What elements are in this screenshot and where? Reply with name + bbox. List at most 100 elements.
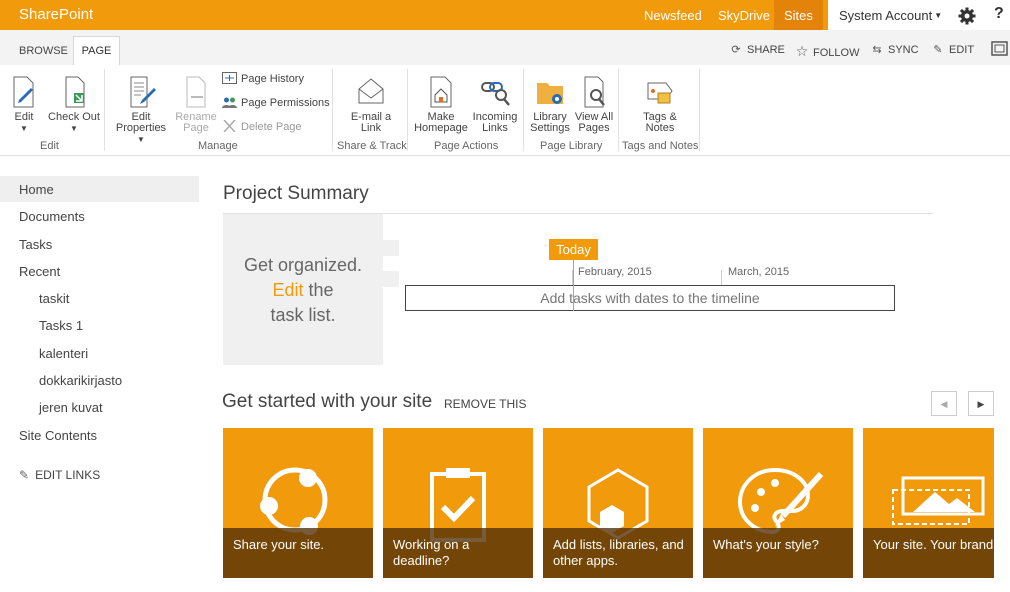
tile-add-apps[interactable]: Add lists, libraries, and other apps. — [543, 428, 693, 578]
rename-page-button[interactable]: Rename Page — [175, 75, 217, 134]
edit-properties-button[interactable]: Edit Properties ▼ — [112, 75, 170, 145]
group-divider — [523, 69, 524, 151]
previous-tile-button[interactable]: ◀ — [931, 391, 957, 416]
edit-links-label: EDIT LINKS — [35, 468, 101, 482]
get-organized-the: the — [303, 280, 334, 300]
tile-deadline[interactable]: Working on a deadline? — [383, 428, 533, 578]
page-history-button[interactable]: Page History — [222, 72, 304, 85]
pencil-icon: ✎ — [19, 468, 30, 482]
page-permissions-button[interactable]: Page Permissions — [222, 96, 330, 109]
group-divider — [699, 69, 700, 151]
edit-action[interactable]: ✎ EDIT — [930, 43, 974, 56]
nav-subitem-tasks-1[interactable]: Tasks 1 — [0, 312, 199, 338]
incoming-links-button[interactable]: Incoming Links — [471, 75, 519, 134]
tile-caption-line2: Your site. Your brand. — [873, 537, 994, 552]
get-organized-line3: task list. — [270, 305, 336, 325]
email-link-button[interactable]: E-mail a Link — [350, 75, 392, 134]
focus-on-content-icon[interactable] — [991, 41, 1008, 59]
group-label-page-actions: Page Actions — [434, 140, 499, 152]
get-started-title: Get started with your site — [222, 391, 433, 412]
rename-page-line2: Page — [183, 122, 209, 134]
make-homepage-line2: Homepage — [414, 122, 468, 134]
tile-caption-line1: Add lists, libraries, and — [553, 537, 684, 552]
follow-action[interactable]: ☆ FOLLOW — [794, 43, 860, 60]
nav-subitem-jeren-kuvat[interactable]: jeren kuvat — [0, 394, 199, 420]
suite-link-sites[interactable]: Sites — [774, 0, 823, 30]
tile-share-site[interactable]: Share your site. — [223, 428, 373, 578]
suite-link-skydrive[interactable]: SkyDrive — [718, 8, 770, 23]
today-marker: Today — [549, 239, 598, 260]
library-settings-icon — [537, 83, 563, 104]
share-action[interactable]: ⟳ SHARE — [728, 43, 785, 56]
sync-icon: ⇆ — [872, 44, 882, 56]
tile-caption-line2: What's your style? — [713, 537, 819, 552]
panel-tab — [383, 271, 399, 287]
view-all-pages-icon — [584, 76, 605, 108]
tab-page[interactable]: PAGE — [73, 36, 120, 65]
next-tile-button[interactable]: ▶ — [968, 391, 994, 416]
tile-caption: Your site. Your brand. — [863, 528, 994, 578]
tile-caption-line2: other apps. — [553, 553, 619, 568]
tags-notes-button[interactable]: Tags & Notes — [638, 75, 682, 134]
delete-icon — [223, 120, 236, 132]
tile-caption: Share your site. — [223, 528, 373, 578]
edit-task-list-link[interactable]: Edit — [272, 280, 303, 300]
ribbon: Edit ▼ Check Out ▼ Edit Edit Properties … — [0, 65, 1010, 156]
get-organized-panel: Get organized. Edit the task list. — [223, 214, 383, 365]
timeline-tick — [721, 270, 722, 286]
group-label-share-track: Share & Track — [337, 140, 407, 152]
brand-label[interactable]: SharePoint — [19, 6, 93, 23]
tile-caption: Add lists, libraries, and other apps. — [543, 528, 693, 578]
nav-item-documents[interactable]: Documents — [0, 203, 199, 229]
nav-subitem-dokkarikirjasto[interactable]: dokkarikirjasto — [0, 367, 199, 393]
group-divider — [332, 69, 333, 151]
delete-page-label: Delete Page — [241, 121, 302, 133]
chevron-down-icon: ▼ — [934, 11, 943, 20]
ribbon-tab-row: BROWSE PAGE ⟳ SHARE ☆ FOLLOW ⇆ SYNC ✎ EDIT — [0, 30, 1010, 65]
edit-links-button[interactable]: ✎ EDIT LINKS — [19, 468, 100, 482]
nav-item-recent[interactable]: Recent — [0, 258, 199, 284]
group-divider — [407, 69, 408, 151]
email-icon — [358, 78, 384, 104]
account-name: System Account — [839, 8, 933, 23]
sync-label: SYNC — [888, 44, 919, 56]
edit-label: EDIT — [949, 44, 975, 56]
nav-item-tasks[interactable]: Tasks — [0, 231, 199, 257]
view-all-pages-button[interactable]: View All Pages — [573, 75, 615, 134]
timeline-month-february: February, 2015 — [578, 266, 652, 278]
edit-properties-line2: Properties ▼ — [115, 122, 167, 145]
sync-action[interactable]: ⇆ SYNC — [869, 43, 919, 56]
nav-subitem-taskit[interactable]: taskit — [0, 285, 199, 311]
chevron-down-icon: ▼ — [20, 124, 28, 133]
tile-caption: What's your style? — [703, 528, 853, 578]
tags-notes-line2: Notes — [645, 122, 675, 134]
tab-browse[interactable]: BROWSE — [19, 38, 68, 65]
get-organized-line1: Get organized. — [243, 255, 363, 275]
tile-style[interactable]: What's your style? — [703, 428, 853, 578]
follow-label: FOLLOW — [813, 47, 860, 59]
nav-item-site-contents[interactable]: Site Contents — [0, 422, 199, 448]
account-menu[interactable]: System Account ▼ — [828, 0, 948, 30]
make-homepage-button[interactable]: Make Homepage — [414, 75, 468, 134]
tile-caption: Working on a deadline? — [383, 528, 533, 578]
page-permissions-label: Page Permissions — [241, 97, 330, 109]
project-summary-title: Project Summary — [223, 183, 369, 204]
delete-page-button[interactable]: Delete Page — [222, 120, 302, 133]
group-label-manage: Manage — [198, 140, 238, 152]
homepage-icon — [430, 76, 452, 108]
gear-icon[interactable] — [957, 6, 977, 26]
group-label-tags-notes: Tags and Notes — [622, 140, 699, 152]
remove-this-link[interactable]: REMOVE THIS — [444, 397, 526, 411]
timeline-placeholder[interactable]: Add tasks with dates to the timeline — [405, 285, 895, 311]
nav-item-home[interactable]: Home — [0, 176, 199, 202]
nav-subitem-kalenteri[interactable]: kalenteri — [0, 340, 199, 366]
tile-brand[interactable]: Your site. Your brand. — [863, 428, 994, 578]
suite-link-newsfeed[interactable]: Newsfeed — [644, 8, 702, 23]
library-settings-button[interactable]: Library Settings — [529, 75, 571, 134]
group-divider — [104, 69, 105, 151]
help-icon[interactable]: ? — [994, 5, 1004, 23]
email-link-line2: Link — [360, 122, 382, 134]
edit-page-button[interactable]: Edit ▼ — [10, 75, 38, 134]
tag-icon — [647, 82, 673, 104]
check-out-button[interactable]: Check Out ▼ — [48, 75, 100, 134]
